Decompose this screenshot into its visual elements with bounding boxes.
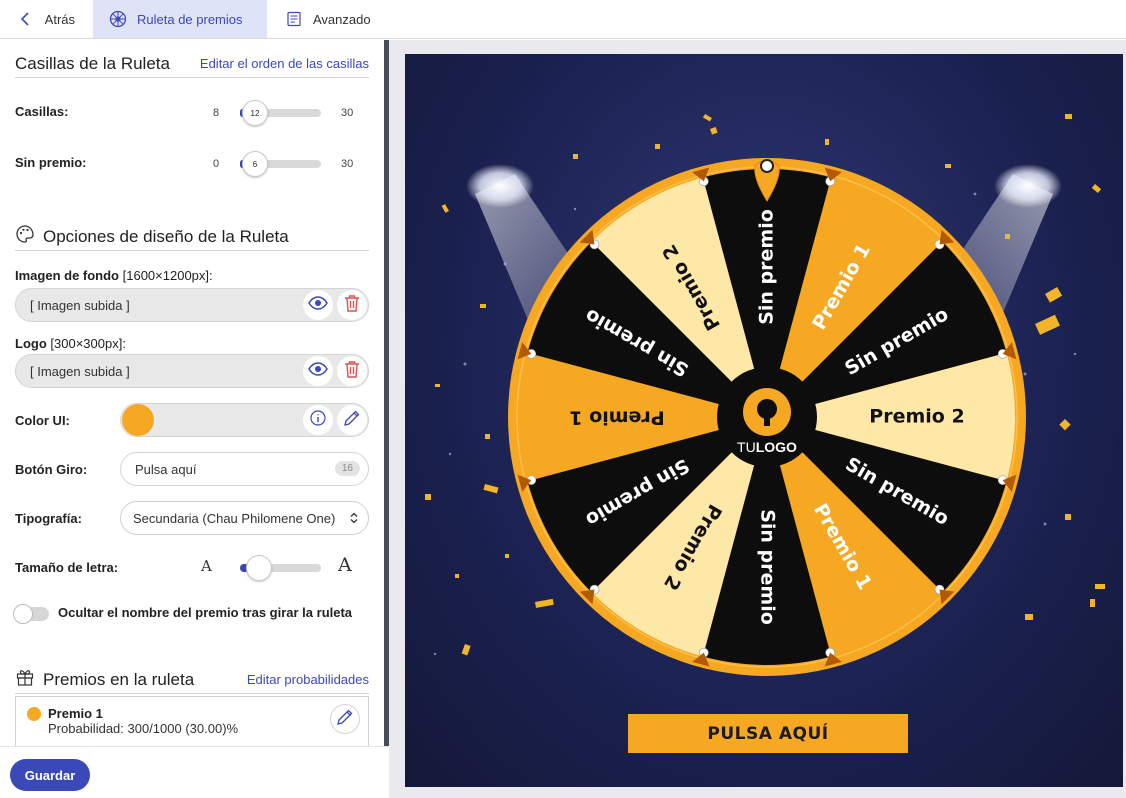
background-image-size: [1600×1200px]: xyxy=(122,268,213,283)
eye-icon xyxy=(308,295,328,315)
tab-back-label: Atrás xyxy=(44,11,75,27)
eye-icon xyxy=(308,361,328,381)
prizes-section-title: Premios en la ruleta xyxy=(15,667,194,692)
spin-button-input[interactable]: Pulsa aquí 16 xyxy=(120,452,369,486)
font-size-knob[interactable] xyxy=(246,555,272,581)
prize-card[interactable]: Premio 1 Probabilidad: 300/1000 (30.00)% xyxy=(15,696,369,746)
pencil-icon xyxy=(336,708,354,731)
wheel-segment-label: Sin premio xyxy=(756,209,778,325)
select-arrows-icon xyxy=(350,512,358,527)
tab-back[interactable]: Atrás xyxy=(0,0,93,38)
no-prize-min: 0 xyxy=(213,158,220,170)
preview-logo-button[interactable] xyxy=(303,356,333,386)
background-image-value: [ Imagen subida ] xyxy=(30,297,130,313)
slots-count-max: 30 xyxy=(341,107,354,119)
typography-select[interactable]: Secundaria (Chau Philomene One) xyxy=(120,501,369,535)
logo-text: TULOGO xyxy=(737,439,797,455)
no-prize-label: Sin premio: xyxy=(15,155,87,170)
settings-panel: Casillas de la Ruleta Editar el orden de… xyxy=(0,40,385,798)
prize-name: Premio 1 xyxy=(48,706,103,721)
tab-wheel-prizes[interactable]: Ruleta de premios xyxy=(93,0,267,38)
right-spotlight xyxy=(994,164,1062,208)
font-size-label: Tamaño de letra: xyxy=(15,560,119,575)
logo-size: [300×300px]: xyxy=(50,336,126,351)
top-tab-bar: Atrás Ruleta de premios Avanzado xyxy=(0,0,1126,39)
trash-icon xyxy=(344,360,360,383)
prize-probability: Probabilidad: 300/1000 (30.00)% xyxy=(48,721,239,736)
hide-prize-toggle[interactable] xyxy=(13,604,49,624)
gift-icon xyxy=(15,667,35,692)
delete-background-button[interactable] xyxy=(337,290,367,320)
edit-prize-button[interactable] xyxy=(330,704,360,734)
large-font-icon: A xyxy=(338,554,352,576)
palette-icon xyxy=(15,224,35,249)
delete-logo-button[interactable] xyxy=(337,356,367,386)
no-prize-max: 30 xyxy=(341,158,354,170)
small-font-icon: A xyxy=(201,557,212,575)
color-ui-label: Color UI: xyxy=(15,413,70,428)
background-image-label: Imagen de fondo [1600×1200px]: xyxy=(15,268,213,283)
trash-icon xyxy=(344,294,360,317)
prizes-section-title-text: Premios en la ruleta xyxy=(43,669,195,689)
save-button[interactable]: Guardar xyxy=(10,759,90,791)
slots-section-header: Casillas de la Ruleta Editar el orden de… xyxy=(15,50,369,78)
left-spotlight xyxy=(466,164,534,208)
spin-cta-button[interactable]: PULSA AQUÍ xyxy=(628,714,908,753)
design-section-title: Opciones de diseño de la Ruleta xyxy=(15,224,289,249)
logo-label-text: Logo xyxy=(15,336,47,351)
settings-scroll-area[interactable]: Casillas de la Ruleta Editar el orden de… xyxy=(0,40,385,746)
slots-count-label: Casillas: xyxy=(15,104,69,119)
typography-label: Tipografía: xyxy=(15,511,82,526)
pencil-icon xyxy=(343,409,361,432)
slots-count-min: 8 xyxy=(213,107,220,119)
wheel-preview: Sin premio Premio 1 Sin premio Premio 2 Sin … xyxy=(405,54,1123,787)
info-icon xyxy=(310,409,326,431)
tab-advanced-label: Avanzado xyxy=(313,11,371,27)
preview-background-button[interactable] xyxy=(303,290,333,320)
color-info-button[interactable] xyxy=(303,405,333,435)
prizes-section-header: Premios en la ruleta Editar probabilidad… xyxy=(15,666,369,694)
background-image-label-text: Imagen de fondo xyxy=(15,268,119,283)
no-prize-knob[interactable]: 6 xyxy=(242,151,268,177)
edit-probabilities-link[interactable]: Editar probabilidades xyxy=(247,672,369,687)
prize-color-dot xyxy=(27,707,41,721)
panel-footer: Guardar xyxy=(0,746,389,798)
color-ui-swatch[interactable] xyxy=(122,404,154,436)
edit-color-button[interactable] xyxy=(337,405,367,435)
char-counter: 16 xyxy=(334,461,360,476)
slots-count-knob[interactable]: 12 xyxy=(242,100,268,126)
document-icon xyxy=(285,10,303,28)
wheel-preview-art: Sin premio Premio 1Sin premioPremio 2Sin … xyxy=(425,113,1105,676)
design-section-title-text: Opciones de diseño de la Ruleta xyxy=(43,226,289,246)
chevron-left-icon xyxy=(18,10,35,28)
wheel-segment-label: Premio 1 xyxy=(569,407,664,429)
edit-slot-order-link[interactable]: Editar el orden de las casillas xyxy=(200,56,369,71)
logo-label: Logo [300×300px]: xyxy=(15,336,126,351)
logo-mark xyxy=(743,388,791,436)
spin-button-value: Pulsa aquí xyxy=(135,461,197,477)
wheel-segment-label: Sin premio xyxy=(757,509,779,625)
wheel-segment-label: Premio 2 xyxy=(869,406,964,428)
design-section-header: Opciones de diseño de la Ruleta xyxy=(15,223,369,251)
typography-value: Secundaria (Chau Philomene One) xyxy=(133,510,336,526)
logo-value: [ Imagen subida ] xyxy=(30,363,130,379)
tab-wheel-prizes-label: Ruleta de premios xyxy=(137,11,243,27)
spin-button-label: Botón Giro: xyxy=(15,462,88,477)
tab-advanced[interactable]: Avanzado xyxy=(267,0,389,38)
wheel-icon xyxy=(109,10,127,28)
slots-section-title: Casillas de la Ruleta xyxy=(15,53,170,73)
hide-prize-label: Ocultar el nombre del premio tras girar … xyxy=(58,605,353,620)
